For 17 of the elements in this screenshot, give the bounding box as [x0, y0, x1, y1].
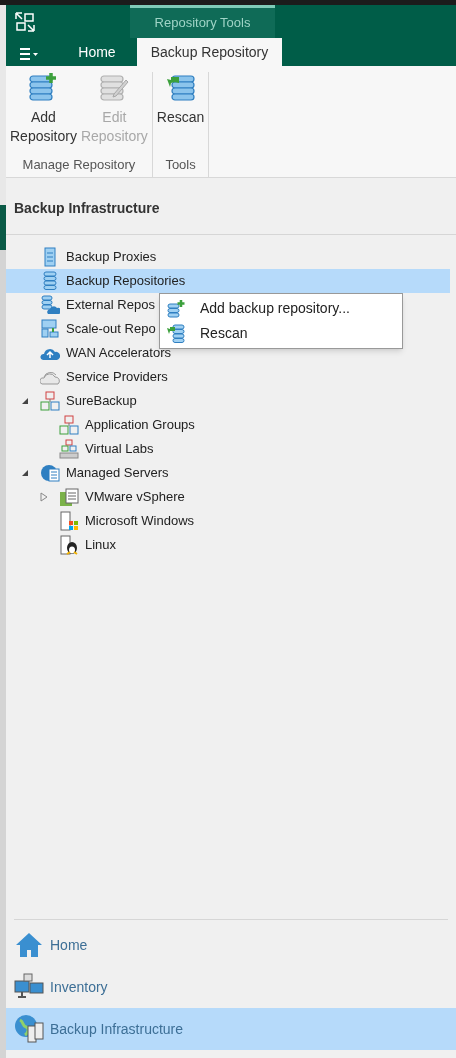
context-tab-header: Repository Tools	[130, 5, 275, 38]
tree-label: Managed Servers	[66, 464, 169, 483]
tree-label: SureBackup	[66, 392, 137, 411]
tree-label: Scale-out Repo	[66, 320, 156, 339]
tree-label: Service Providers	[66, 368, 168, 387]
tree-label: Microsoft Windows	[85, 512, 195, 531]
tree-label: Virtual Labs	[85, 440, 154, 459]
ribbon-group-label: Tools	[164, 155, 197, 174]
tree-label: WAN Accelerators	[66, 344, 171, 363]
panel-title: Backup Infrastructure	[14, 200, 160, 216]
tree-label: VMware vSphere	[85, 488, 185, 507]
tree-label: Backup Repositories	[66, 272, 186, 291]
tree-label: External Repos	[66, 296, 155, 315]
tree-label: Linux	[85, 536, 117, 555]
tree-label: Backup Proxies	[66, 248, 157, 267]
tree-label: Application Groups	[85, 416, 195, 435]
ribbon-group-label: Manage Repository	[21, 155, 137, 174]
